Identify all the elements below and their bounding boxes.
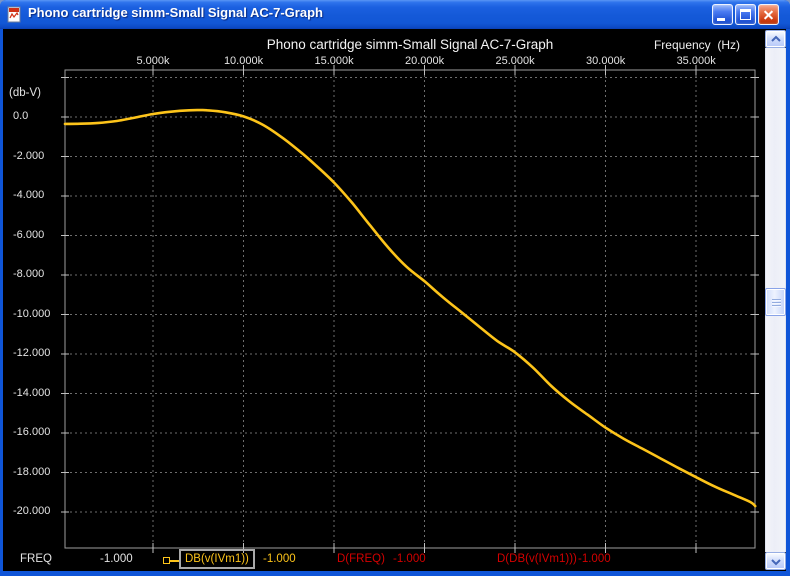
derivative-x-expression: D(FREQ)	[337, 553, 385, 565]
x-expression: FREQ	[20, 553, 52, 565]
chevron-up-icon	[769, 35, 783, 44]
client-area	[3, 29, 786, 571]
maximize-button[interactable]	[735, 4, 756, 25]
scroll-up-button[interactable]	[765, 30, 786, 48]
vertical-scrollbar[interactable]	[765, 30, 786, 570]
derivative-curve-expression: D(DB(v(IVm1)))	[497, 553, 577, 565]
legend-box-curve-expression[interactable]: DB(v(IVm1))	[179, 549, 255, 569]
curve-cursor-value: -1.000	[263, 553, 296, 565]
status-bar: FREQ -1.000 DB(v(IVm1)) -1.000 D(FREQ) -1.000…	[3, 549, 762, 571]
x-cursor-value: -1.000	[100, 553, 133, 565]
derivative-curve-value: -1.000	[578, 553, 611, 565]
close-button[interactable]	[758, 4, 779, 25]
scrollbar-thumb[interactable]	[765, 288, 786, 316]
window-title: Phono cartridge simm-Small Signal AC-7-G…	[28, 5, 323, 20]
app-icon[interactable]	[6, 6, 23, 23]
scroll-down-button[interactable]	[765, 552, 786, 570]
minimize-button[interactable]	[712, 4, 733, 25]
app-window: Phono cartridge simm-Small Signal AC-7-G…	[0, 0, 790, 576]
maximize-icon	[740, 9, 751, 20]
thumb-grip-icon	[772, 299, 781, 307]
derivative-x-value: -1.000	[393, 553, 426, 565]
minimize-icon	[717, 18, 725, 21]
window-controls	[710, 4, 779, 25]
curve-expression: DB(v(IVm1))	[185, 553, 249, 565]
title-bar[interactable]: Phono cartridge simm-Small Signal AC-7-G…	[0, 0, 790, 29]
chevron-down-icon	[769, 557, 783, 566]
